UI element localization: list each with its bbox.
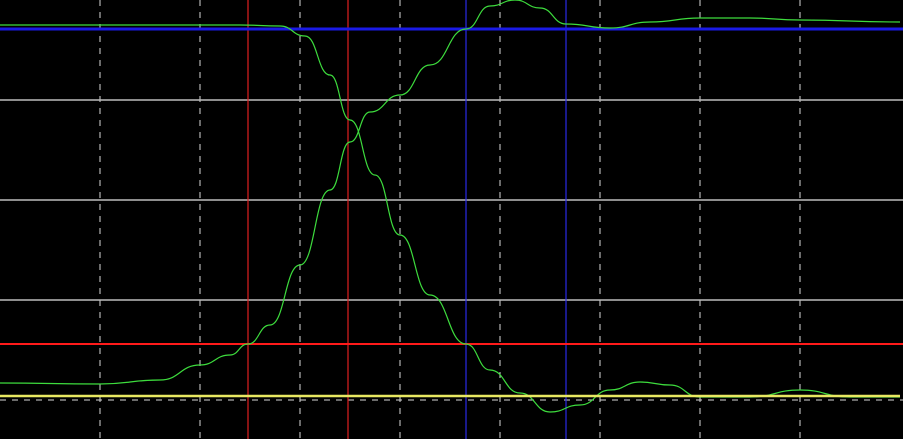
oscilloscope-display (0, 0, 903, 439)
plot-background (0, 0, 903, 439)
plot-area (0, 0, 903, 439)
